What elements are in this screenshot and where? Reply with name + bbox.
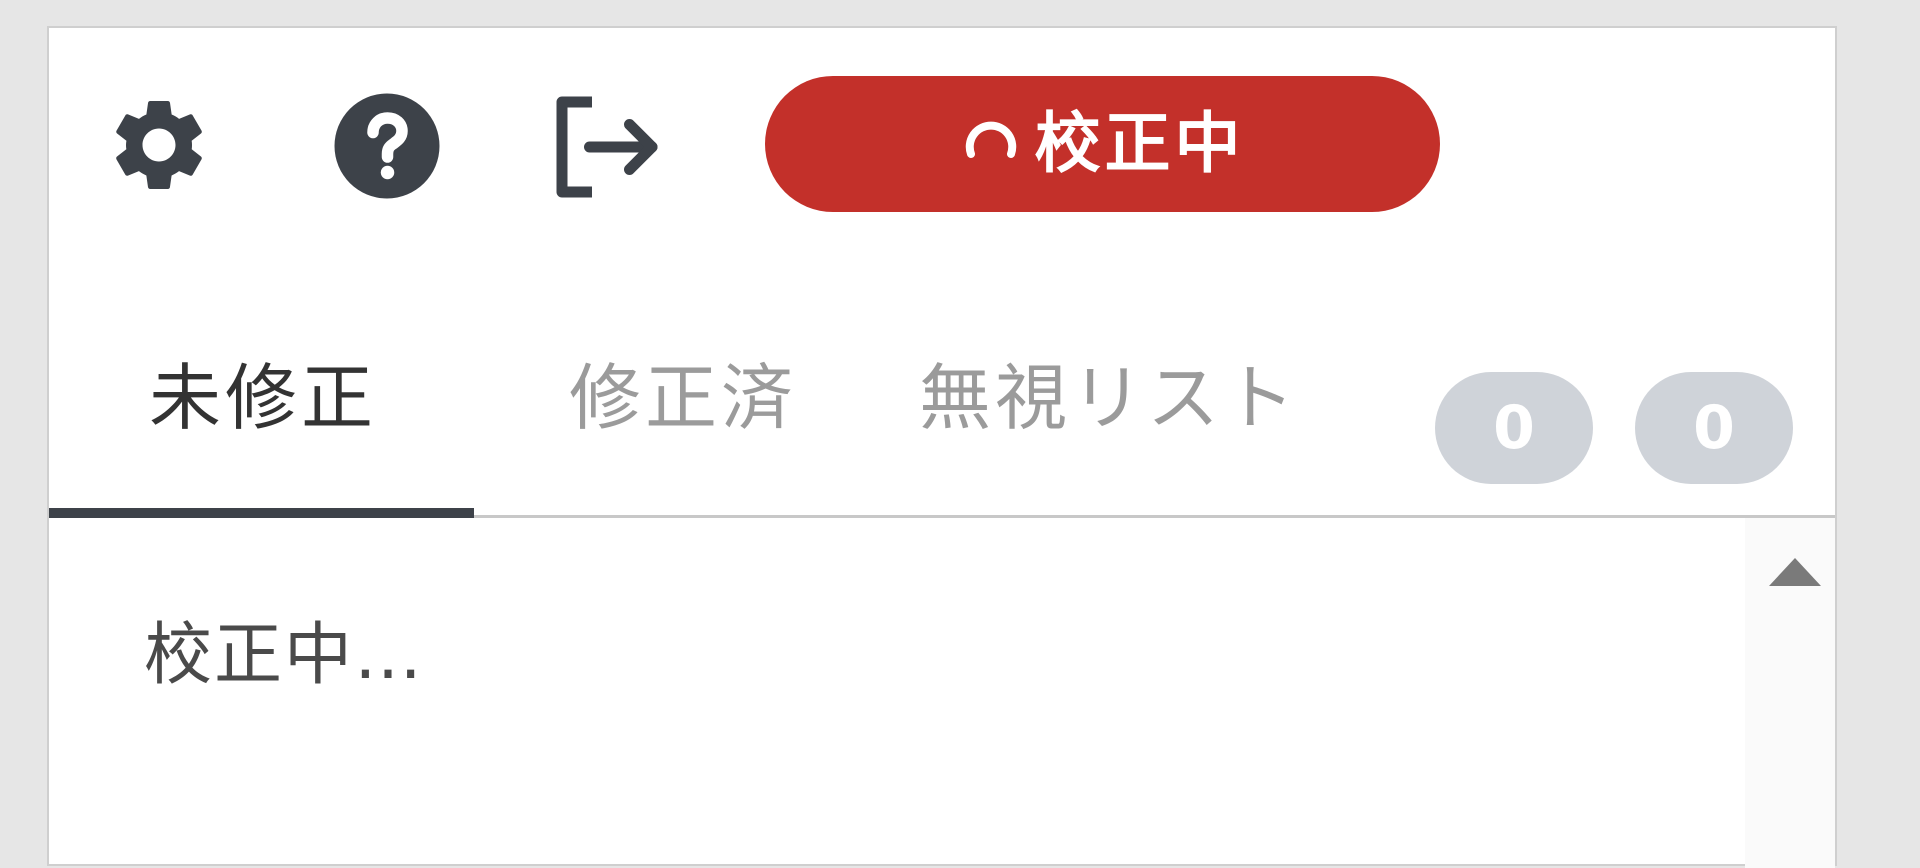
tab-bar: 未修正 修正済 無視リスト 0 0: [49, 328, 1835, 518]
active-tab-indicator: [49, 508, 474, 518]
logout-icon[interactable]: [547, 92, 667, 202]
results-list: 校正中…: [49, 518, 1835, 868]
proofreading-panel: 校正中 未修正 修正済 無視リスト 0 0 校正中…: [47, 26, 1837, 868]
proofreading-status-badge: 校正中: [765, 76, 1440, 212]
loading-message: 校正中…: [144, 616, 425, 695]
count-badge: 0: [1435, 372, 1593, 484]
tab-fixed[interactable]: 修正済: [569, 362, 797, 434]
scroll-up-arrow-icon[interactable]: [1769, 558, 1821, 586]
status-label: 校正中: [1034, 105, 1245, 182]
tab-unfixed[interactable]: 未修正: [149, 362, 377, 434]
count-badge: 0: [1635, 372, 1793, 484]
scrollbar[interactable]: [1745, 518, 1835, 868]
gear-icon[interactable]: [104, 90, 214, 200]
spinner-icon: [965, 121, 1016, 158]
help-icon[interactable]: [327, 86, 447, 206]
tab-ignore-list[interactable]: 無視リスト: [919, 362, 1299, 434]
